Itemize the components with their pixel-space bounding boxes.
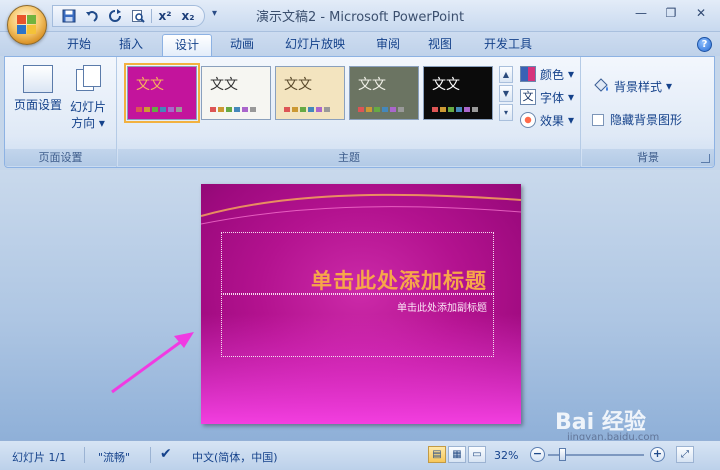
slide-orientation-icon	[74, 65, 102, 95]
theme-thumbnail-text: 文文	[284, 77, 312, 93]
print-preview-icon[interactable]	[128, 7, 148, 25]
qat-separator	[151, 9, 152, 23]
slide-sorter-icon[interactable]: ▦	[448, 446, 466, 463]
close-icon[interactable]: ✕	[688, 4, 714, 22]
title-placeholder-text: 单击此处添加标题	[311, 269, 487, 293]
slide-orientation-button[interactable]: 幻灯片 方向 ▾	[65, 65, 111, 131]
zoom-level[interactable]: 32%	[494, 449, 518, 462]
theme-color-swatches	[284, 107, 330, 112]
language-indicator[interactable]: 中文(简体，中国)	[192, 449, 278, 465]
theme-colors-button[interactable]: 颜色 ▾	[520, 64, 574, 84]
ribbon: 页面设置 幻灯片 方向 ▾ 页面设置 主题 ▲ ▼ ▾ 颜色 ▾ 文 字体 ▾ …	[4, 56, 715, 168]
theme-gallery-scroll: ▲ ▼ ▾	[499, 66, 513, 123]
chevron-down-icon: ▾	[568, 67, 575, 81]
zoom-in-icon[interactable]: +	[650, 447, 665, 462]
arrow-annotation-icon	[111, 332, 194, 394]
undo-icon[interactable]	[82, 7, 102, 25]
tab-home[interactable]: 开始	[57, 34, 101, 56]
help-icon[interactable]: ?	[697, 37, 712, 52]
office-button[interactable]	[7, 5, 47, 45]
theme-color-swatches	[358, 107, 404, 112]
fit-to-window-icon[interactable]: ⤢	[676, 446, 694, 463]
zoom-out-icon[interactable]: −	[530, 447, 545, 462]
group-page-setup: 页面设置 幻灯片 方向 ▾ 页面设置	[5, 57, 117, 167]
orientation-label-line2: 方向	[71, 116, 96, 130]
status-separator	[150, 447, 151, 463]
chevron-down-icon: ▾	[95, 116, 105, 130]
window-controls: — ❐ ✕	[628, 4, 714, 22]
theme-name: "流畅"	[98, 451, 131, 464]
chevron-down-icon: ▾	[568, 113, 575, 127]
quick-access-toolbar: x² x₂	[52, 5, 205, 27]
theme-colors-icon	[520, 66, 536, 82]
theme-thumbnail[interactable]: 文文	[349, 66, 419, 120]
tab-developer[interactable]: 开发工具	[472, 34, 544, 56]
gallery-more-icon[interactable]: ▾	[499, 104, 513, 121]
restore-icon[interactable]: ❐	[658, 4, 684, 22]
gallery-scroll-down-icon[interactable]: ▼	[499, 85, 513, 102]
tab-view[interactable]: 视图	[418, 34, 462, 56]
theme-thumbnail-text: 文文	[136, 77, 164, 93]
slide-canvas[interactable]: 单击此处添加标题 单击此处添加副标题	[201, 184, 521, 424]
minimize-icon[interactable]: —	[628, 4, 654, 22]
subtitle-placeholder[interactable]: 单击此处添加副标题	[221, 294, 494, 357]
office-logo-icon	[17, 15, 37, 35]
ribbon-tab-bar: 开始 插入 设计 动画 幻灯片放映 审阅 视图 开发工具 ?	[0, 32, 720, 56]
hide-background-graphics-label: 隐藏背景图形	[610, 113, 683, 127]
theme-color-swatches	[432, 107, 478, 112]
theme-fonts-icon: 文	[520, 89, 536, 105]
tab-design[interactable]: 设计	[162, 34, 212, 56]
slide-count: 幻灯片 1/1	[12, 451, 67, 464]
theme-effects-button[interactable]: 效果 ▾	[520, 110, 574, 130]
orientation-label-line1: 幻灯片	[69, 100, 106, 114]
paint-bucket-icon	[594, 78, 608, 92]
tab-review[interactable]: 审阅	[366, 34, 410, 56]
gallery-scroll-up-icon[interactable]: ▲	[499, 66, 513, 83]
redo-icon[interactable]	[105, 7, 125, 25]
group-label-page-setup: 页面设置	[5, 149, 116, 166]
page-setup-icon	[23, 65, 53, 93]
theme-thumbnail[interactable]: 文文	[201, 66, 271, 120]
theme-thumbnail-text: 文文	[432, 77, 460, 93]
theme-colors-label: 颜色	[540, 67, 565, 82]
page-setup-label: 页面设置	[13, 98, 62, 112]
status-bar: 幻灯片 1/1 "流畅" ✔ 中文(简体，中国) ▤ ▦ ▭ 32% − + ⤢	[0, 440, 720, 470]
tab-animations[interactable]: 动画	[220, 34, 264, 56]
group-label-themes: 主题	[118, 149, 580, 166]
slideshow-view-icon[interactable]: ▭	[468, 446, 486, 463]
dialog-launcher-icon[interactable]	[701, 154, 710, 163]
theme-thumbnail[interactable]: 文文	[275, 66, 345, 120]
tab-slideshow[interactable]: 幻灯片放映	[274, 34, 356, 56]
theme-fonts-button[interactable]: 文 字体 ▾	[520, 87, 574, 107]
qat-customize-dropdown-icon[interactable]: ▾	[212, 8, 217, 19]
background-styles-label: 背景样式	[614, 79, 663, 94]
theme-color-swatches	[136, 107, 182, 112]
subtitle-placeholder-text: 单击此处添加副标题	[397, 303, 487, 314]
chevron-down-icon: ▾	[666, 79, 673, 93]
group-label-background: 背景	[582, 149, 714, 166]
chevron-down-icon: ▾	[568, 90, 575, 104]
hide-background-graphics-checkbox[interactable]: 隐藏背景图形	[592, 111, 682, 128]
title-bar: 演示文稿2 - Microsoft PowerPoint x² x₂ ▾ — ❐…	[0, 0, 720, 32]
superscript-icon[interactable]: x²	[155, 7, 175, 25]
theme-thumbnail-text: 文文	[358, 77, 386, 93]
checkbox-icon[interactable]	[592, 113, 604, 126]
zoom-slider-thumb[interactable]	[559, 448, 566, 461]
theme-effects-icon	[520, 112, 536, 128]
theme-thumbnail[interactable]: 文文	[423, 66, 493, 120]
background-styles-button[interactable]: 背景样式 ▾	[592, 77, 672, 95]
status-separator	[84, 447, 85, 463]
page-setup-button[interactable]: 页面设置	[11, 65, 65, 113]
normal-view-icon[interactable]: ▤	[428, 446, 446, 463]
theme-fonts-label: 字体	[540, 90, 565, 105]
save-icon[interactable]	[59, 7, 79, 25]
tab-insert[interactable]: 插入	[109, 34, 153, 56]
theme-thumbnail[interactable]: 文文	[124, 63, 200, 123]
spell-check-icon[interactable]: ✔	[160, 446, 172, 462]
theme-color-swatches	[210, 107, 256, 112]
subscript-icon[interactable]: x₂	[178, 7, 198, 25]
theme-effects-label: 效果	[540, 113, 565, 128]
theme-thumbnail-text: 文文	[210, 77, 238, 93]
title-placeholder[interactable]: 单击此处添加标题	[221, 232, 494, 294]
